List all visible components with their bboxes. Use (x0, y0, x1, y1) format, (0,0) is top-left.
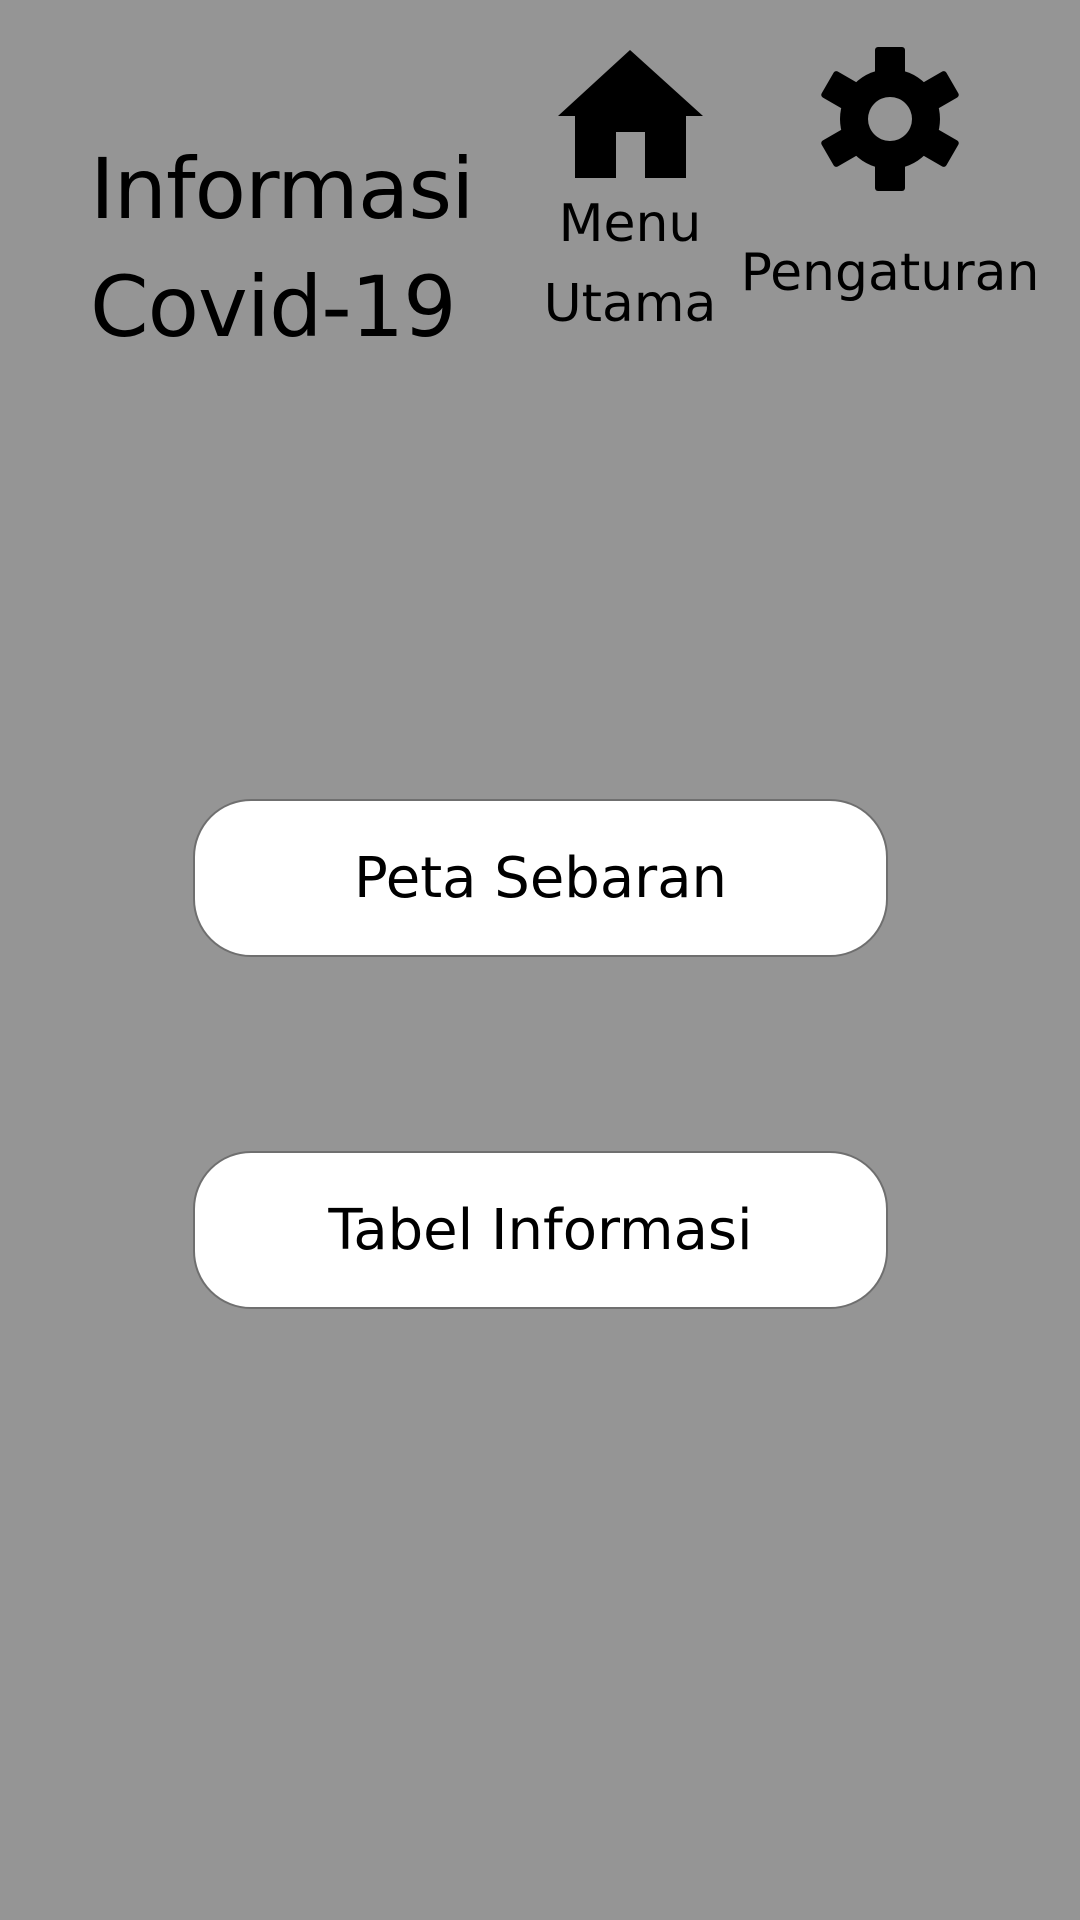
main-menu-label: Menu Utama (543, 194, 717, 334)
page-title-line-2: Covid-19 (90, 258, 457, 356)
settings-button[interactable]: Pengaturan (730, 45, 1050, 313)
settings-label: Pengaturan (740, 243, 1040, 303)
page-title-line-1: Informasi (90, 140, 474, 238)
page-title: Informasi Covid-19 (90, 130, 510, 366)
gear-icon (819, 45, 961, 193)
main-menu-button[interactable]: Menu Utama (535, 50, 725, 344)
peta-sebaran-button[interactable]: Peta Sebaran (193, 799, 888, 957)
tabel-informasi-button[interactable]: Tabel Informasi (193, 1151, 888, 1309)
home-icon (557, 50, 703, 178)
